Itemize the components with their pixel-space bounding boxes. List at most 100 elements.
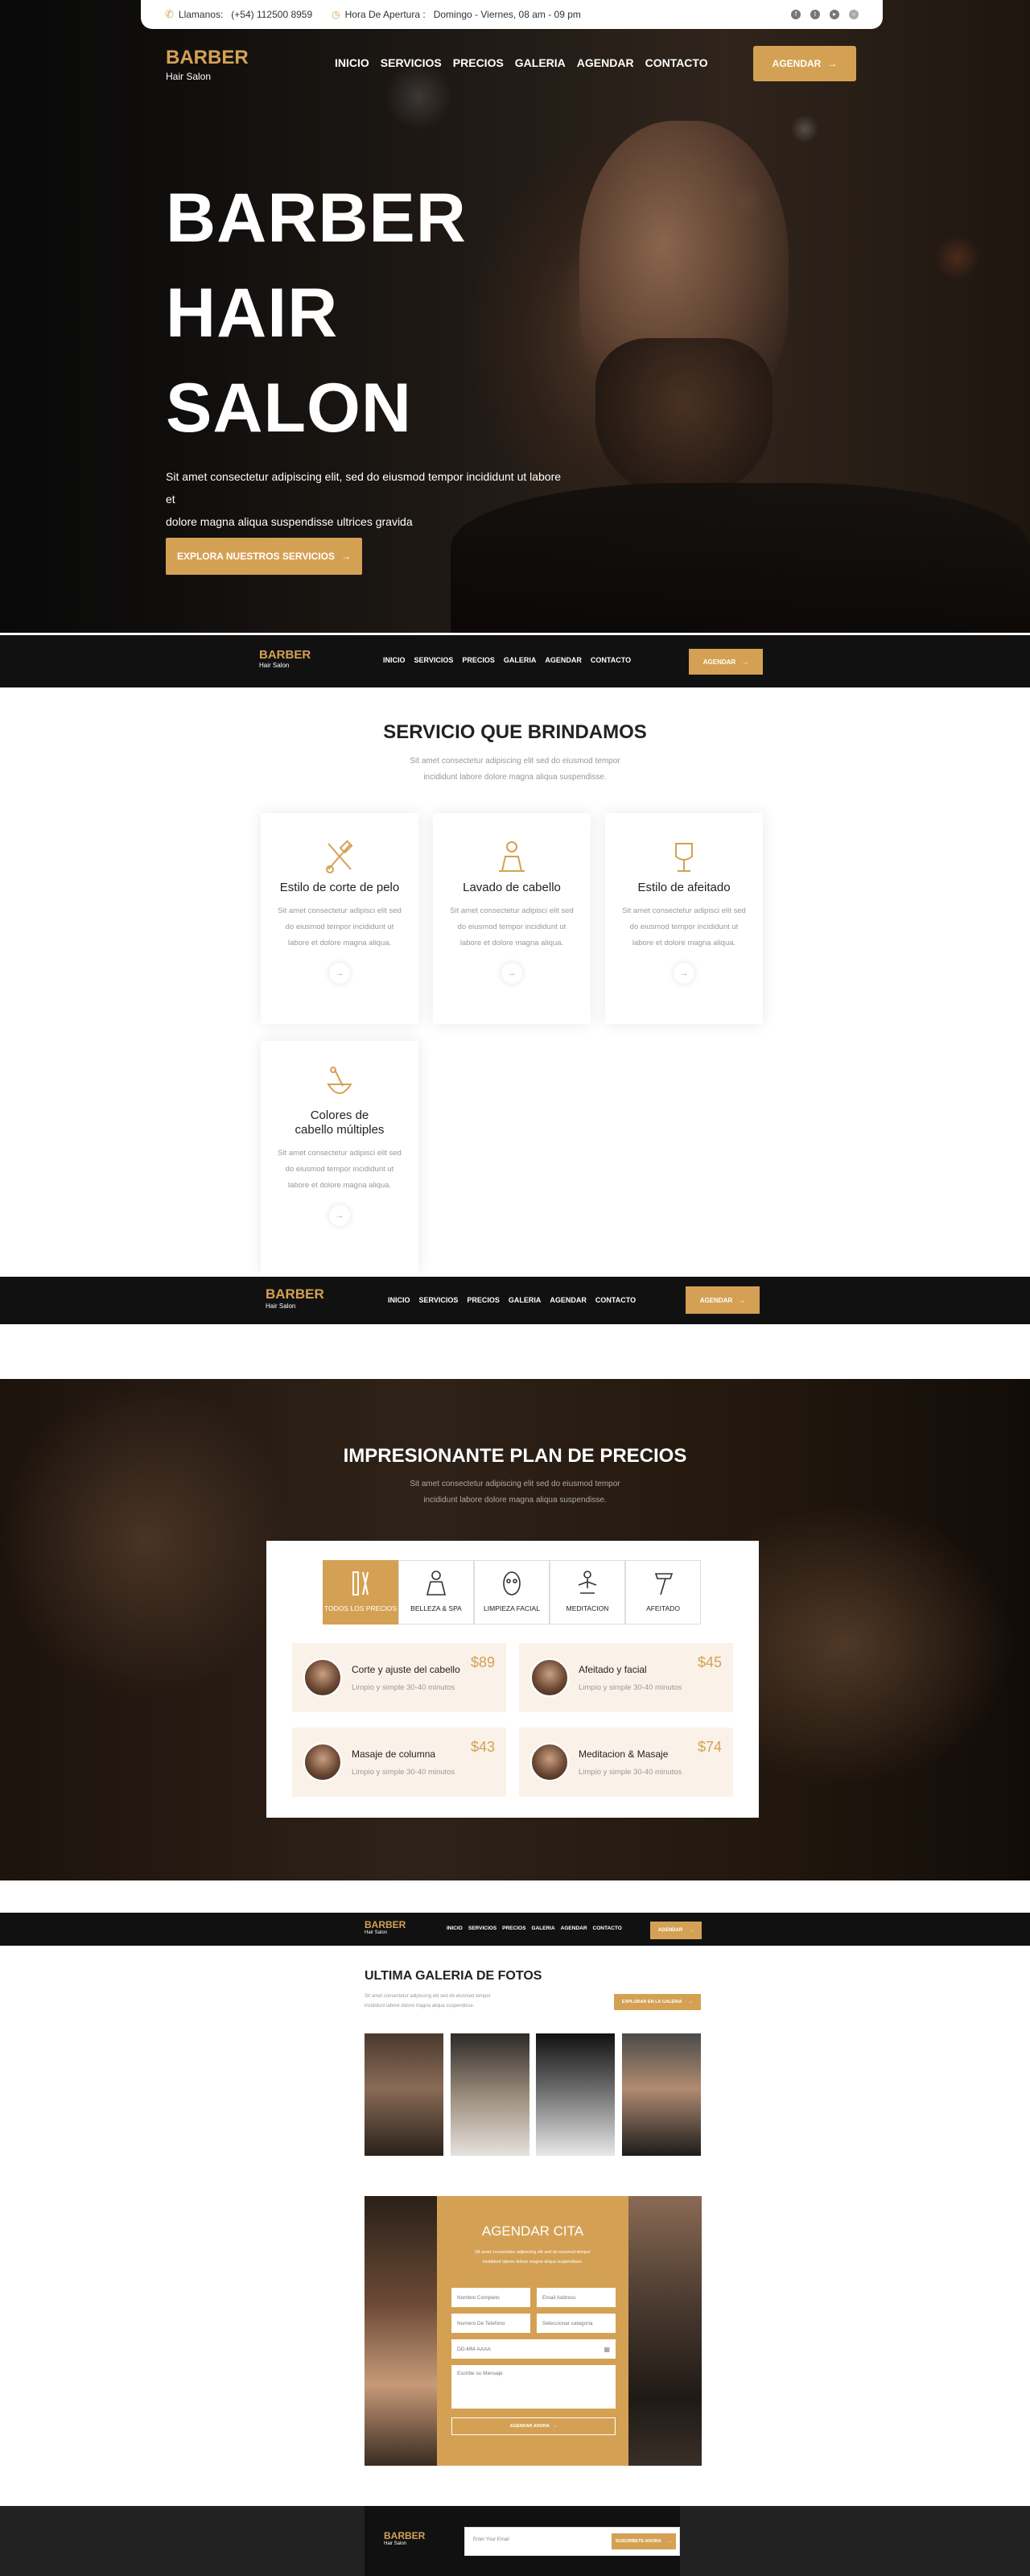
brand-title: BARBER xyxy=(266,1286,324,1302)
nav-agendar[interactable]: AGENDAR xyxy=(577,56,634,69)
scissors-comb-icon xyxy=(323,839,356,874)
nav-contacto[interactable]: CONTACTO xyxy=(593,1926,622,1931)
spa-chair-icon xyxy=(422,1567,451,1600)
price-item[interactable]: Meditacion & Masaje Limpio y simple 30-4… xyxy=(519,1728,733,1797)
hero-desc-line2: dolore magna aliqua suspendisse ultrices… xyxy=(166,515,413,528)
tab-limpieza-facial[interactable]: LIMPIEZA FACIAL xyxy=(474,1560,550,1624)
phone-input[interactable]: Numero De Telefono xyxy=(451,2314,530,2333)
sticky-navbar: BARBER Hair Salon INICIO SERVICIOS PRECI… xyxy=(0,1910,1030,1946)
service-card-desc: Sit amet consectetur adipisci elit sed d… xyxy=(278,906,402,947)
nav-inicio[interactable]: INICIO xyxy=(447,1926,463,1931)
arrow-right-icon: → xyxy=(689,1928,694,1933)
nav-servicios[interactable]: SERVICIOS xyxy=(414,656,454,664)
arrow-right-icon: → xyxy=(827,58,838,69)
explore-services-label: EXPLORA NUESTROS SERVICIOS xyxy=(176,551,336,562)
nav-agendar[interactable]: AGENDAR xyxy=(550,1296,587,1304)
newsletter-email-input[interactable]: Enter Your Email xyxy=(473,2537,509,2542)
tab-belleza-spa[interactable]: BELLEZA & SPA xyxy=(398,1560,474,1624)
service-card[interactable]: Lavado de cabello Sit amet consectetur a… xyxy=(433,813,591,1024)
price-item[interactable]: Afeitado y facial Limpio y simple 30-40 … xyxy=(519,1643,733,1712)
facebook-icon[interactable]: f xyxy=(791,10,801,19)
tab-meditacion[interactable]: MEDITACION xyxy=(550,1560,625,1624)
nav-contacto[interactable]: CONTACTO xyxy=(591,656,631,664)
gallery-photo[interactable] xyxy=(365,2033,443,2156)
gallery-photo[interactable] xyxy=(451,2033,529,2156)
arrow-right-icon[interactable]: → xyxy=(329,963,350,984)
service-card[interactable]: Estilo de corte de pelo Sit amet consect… xyxy=(261,813,418,1024)
date-input[interactable]: DD-MM-AAAA ▦ xyxy=(451,2339,616,2359)
nav-galeria[interactable]: GALERIA xyxy=(504,656,537,664)
submit-booking-button[interactable]: AGENDAR AHORA → xyxy=(451,2417,616,2435)
phone-number[interactable]: (+54) 112500 8959 xyxy=(231,9,312,20)
nav-inicio[interactable]: INICIO xyxy=(388,1296,410,1304)
explore-gallery-button[interactable]: EXPLORAR EN LA GALERIA → xyxy=(614,1994,701,2010)
email-input[interactable]: Email Address xyxy=(537,2288,616,2307)
nav-precios[interactable]: PRECIOS xyxy=(502,1926,525,1931)
brand-logo[interactable]: BARBER Hair Salon xyxy=(259,648,311,669)
nav-precios[interactable]: PRECIOS xyxy=(467,1296,500,1304)
youtube-icon[interactable]: ▸ xyxy=(830,10,839,19)
service-card[interactable]: Colores de cabello múltiples Sit amet co… xyxy=(261,1041,418,1274)
brand-title: BARBER xyxy=(166,47,249,68)
tab-todos[interactable]: TODOS LOS PRECIOS xyxy=(323,1560,398,1624)
price-item-desc: Limpio y simple 30-40 minutos xyxy=(579,1767,682,1777)
hair-wash-icon xyxy=(496,839,528,874)
nav-agendar[interactable]: AGENDAR xyxy=(561,1926,587,1931)
nav-galeria[interactable]: GALERIA xyxy=(509,1296,542,1304)
service-card-title: Colores de cabello múltiples xyxy=(295,1108,385,1137)
nav-galeria[interactable]: GALERIA xyxy=(531,1926,554,1931)
arrow-right-icon[interactable]: → xyxy=(674,963,694,984)
nav-agendar[interactable]: AGENDAR xyxy=(545,656,582,664)
nav-inicio[interactable]: INICIO xyxy=(335,56,369,69)
price-item-desc: Limpio y simple 30-40 minutos xyxy=(352,1682,455,1692)
message-textarea[interactable]: Escribe su Mensaje xyxy=(451,2365,616,2409)
price-item-price: $43 xyxy=(470,1739,495,1755)
brand-logo[interactable]: BARBER Hair Salon xyxy=(384,2530,425,2546)
tab-afeitado[interactable]: AFEITADO xyxy=(625,1560,701,1624)
nav-precios[interactable]: PRECIOS xyxy=(453,56,504,69)
agendar-button[interactable]: AGENDAR → xyxy=(753,46,856,81)
phone-icon: ✆ xyxy=(165,8,174,20)
gallery-photo[interactable] xyxy=(622,2033,701,2156)
hero-desc-line1: Sit amet consectetur adipiscing elit, se… xyxy=(166,470,562,506)
hero-title-line3: SALON xyxy=(166,369,412,447)
arrow-right-icon[interactable]: → xyxy=(501,963,522,984)
gallery-sub-line1: Sit amet consectetur adipiscing elit sed… xyxy=(365,1994,491,1999)
fullname-input[interactable]: Nombre Completo xyxy=(451,2288,530,2307)
hero-title-line1: BARBER xyxy=(166,180,467,257)
brand-logo[interactable]: BARBER Hair Salon xyxy=(266,1286,324,1310)
arrow-right-icon[interactable]: → xyxy=(329,1205,350,1226)
hero-overlay xyxy=(0,0,1030,634)
nav-precios[interactable]: PRECIOS xyxy=(462,656,495,664)
twitter-icon[interactable]: t xyxy=(810,10,820,19)
razor-icon xyxy=(649,1567,678,1600)
instagram-icon[interactable]: ○ xyxy=(849,10,859,19)
nav-contacto[interactable]: CONTACTO xyxy=(645,56,708,69)
brand-logo[interactable]: BARBER Hair Salon xyxy=(166,47,249,82)
nav-servicios[interactable]: SERVICIOS xyxy=(419,1296,459,1304)
agendar-button[interactable]: AGENDAR → xyxy=(689,649,763,675)
gallery-photo[interactable] xyxy=(536,2033,615,2156)
brand-logo[interactable]: BARBER Hair Salon xyxy=(365,1919,406,1935)
sticky-navbar: BARBER Hair Salon INICIO SERVICIOS PRECI… xyxy=(0,633,1030,687)
hair-color-icon xyxy=(323,1067,356,1102)
nav-servicios[interactable]: SERVICIOS xyxy=(381,56,442,69)
agendar-button[interactable]: AGENDAR → xyxy=(686,1286,760,1314)
nav-galeria[interactable]: GALERIA xyxy=(515,56,566,69)
brand-subtitle: Hair Salon xyxy=(384,2541,407,2546)
booking-title: AGENDAR CITA xyxy=(481,2223,584,2239)
agendar-button[interactable]: AGENDAR → xyxy=(650,1922,702,1939)
booking-sub-line2: incididunt labore dolore magna aliqua su… xyxy=(482,2260,583,2264)
gallery-subtitle: Sit amet consectetur adipiscing elit sed… xyxy=(365,1992,491,2011)
arrow-right-icon: → xyxy=(742,658,749,666)
price-item[interactable]: Corte y ajuste del cabello Limpio y simp… xyxy=(292,1643,506,1712)
price-item[interactable]: Masaje de columna Limpio y simple 30-40 … xyxy=(292,1728,506,1797)
service-card-desc: Sit amet consectetur adipisci elit sed d… xyxy=(450,906,574,947)
nav-inicio[interactable]: INICIO xyxy=(383,656,406,664)
service-card[interactable]: Estilo de afeitado Sit amet consectetur … xyxy=(605,813,763,1024)
subscribe-button[interactable]: SUSCRIBETE AHORA → xyxy=(612,2533,676,2549)
category-select[interactable]: Seleccionar categoria xyxy=(537,2314,616,2333)
explore-services-button[interactable]: EXPLORA NUESTROS SERVICIOS → xyxy=(166,538,362,575)
nav-contacto[interactable]: CONTACTO xyxy=(595,1296,636,1304)
nav-servicios[interactable]: SERVICIOS xyxy=(468,1926,496,1931)
